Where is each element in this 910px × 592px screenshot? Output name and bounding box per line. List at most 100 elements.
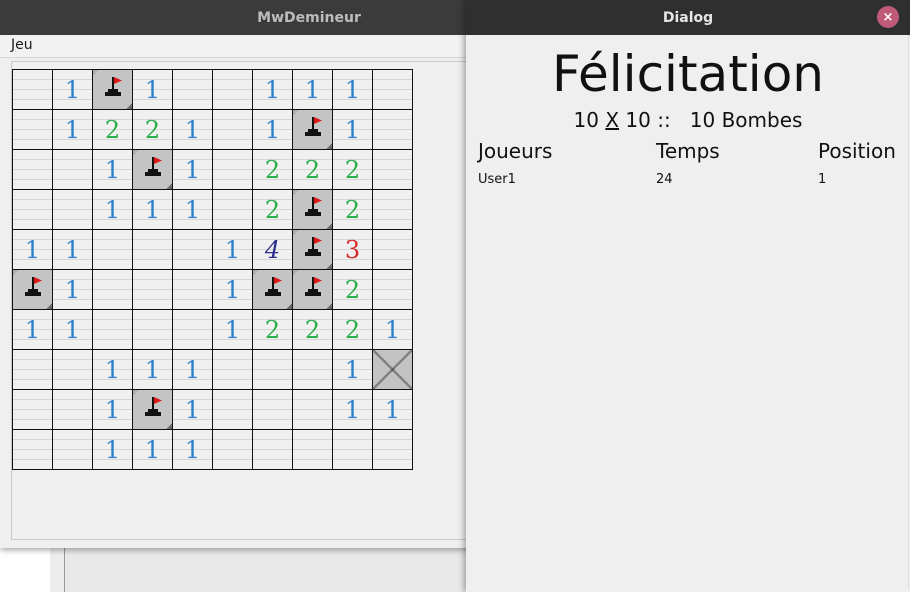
empty-cell[interactable] <box>373 110 413 150</box>
flagged-cell[interactable] <box>293 230 333 270</box>
empty-cell[interactable] <box>93 230 133 270</box>
number-cell[interactable]: 2 <box>93 110 133 150</box>
number-cell[interactable]: 2 <box>333 310 373 350</box>
number-cell[interactable]: 1 <box>213 270 253 310</box>
flagged-cell[interactable] <box>93 70 133 110</box>
number-cell[interactable]: 1 <box>13 230 53 270</box>
number-cell[interactable]: 1 <box>333 350 373 390</box>
flagged-cell[interactable] <box>13 270 53 310</box>
number-cell[interactable]: 1 <box>133 430 173 470</box>
empty-cell[interactable] <box>53 150 93 190</box>
empty-cell[interactable] <box>13 150 53 190</box>
number-cell[interactable]: 1 <box>213 230 253 270</box>
close-icon[interactable]: × <box>877 6 899 28</box>
number-cell[interactable]: 1 <box>93 350 133 390</box>
number-cell[interactable]: 1 <box>173 430 213 470</box>
number-cell[interactable]: 1 <box>213 310 253 350</box>
empty-cell[interactable] <box>253 350 293 390</box>
empty-cell[interactable] <box>173 230 213 270</box>
empty-cell[interactable] <box>53 430 93 470</box>
empty-cell[interactable] <box>93 270 133 310</box>
number-cell[interactable]: 1 <box>173 150 213 190</box>
number-cell[interactable]: 1 <box>93 390 133 430</box>
number-cell[interactable]: 2 <box>333 270 373 310</box>
number-cell[interactable]: 1 <box>293 70 333 110</box>
empty-cell[interactable] <box>373 270 413 310</box>
number-cell[interactable]: 1 <box>333 110 373 150</box>
number-cell[interactable]: 1 <box>53 110 93 150</box>
number-cell[interactable]: 2 <box>333 190 373 230</box>
number-cell[interactable]: 1 <box>13 310 53 350</box>
empty-cell[interactable] <box>293 350 333 390</box>
flagged-cell[interactable] <box>293 270 333 310</box>
empty-cell[interactable] <box>13 390 53 430</box>
empty-cell[interactable] <box>333 430 373 470</box>
number-cell[interactable]: 2 <box>333 150 373 190</box>
number-cell[interactable]: 1 <box>133 190 173 230</box>
number-cell[interactable]: 1 <box>253 110 293 150</box>
empty-cell[interactable] <box>13 70 53 110</box>
empty-cell[interactable] <box>213 150 253 190</box>
flagged-cell[interactable] <box>293 190 333 230</box>
number-cell[interactable]: 1 <box>93 190 133 230</box>
number-cell[interactable]: 1 <box>333 70 373 110</box>
number-cell[interactable]: 1 <box>53 270 93 310</box>
empty-cell[interactable] <box>253 390 293 430</box>
empty-cell[interactable] <box>173 270 213 310</box>
number-cell[interactable]: 1 <box>373 390 413 430</box>
empty-cell[interactable] <box>13 350 53 390</box>
empty-cell[interactable] <box>53 350 93 390</box>
number-cell[interactable]: 1 <box>173 390 213 430</box>
number-cell[interactable]: 2 <box>253 190 293 230</box>
empty-cell[interactable] <box>13 190 53 230</box>
number-cell[interactable]: 1 <box>133 350 173 390</box>
number-cell[interactable]: 2 <box>253 150 293 190</box>
number-cell[interactable]: 1 <box>93 150 133 190</box>
empty-cell[interactable] <box>133 270 173 310</box>
empty-cell[interactable] <box>173 70 213 110</box>
empty-cell[interactable] <box>213 430 253 470</box>
number-cell[interactable]: 1 <box>93 430 133 470</box>
empty-cell[interactable] <box>373 150 413 190</box>
empty-cell[interactable] <box>13 430 53 470</box>
empty-cell[interactable] <box>213 110 253 150</box>
number-cell[interactable]: 1 <box>173 350 213 390</box>
empty-cell[interactable] <box>93 310 133 350</box>
number-cell[interactable]: 1 <box>373 310 413 350</box>
number-cell[interactable]: 4 <box>253 230 293 270</box>
menu-jeu[interactable]: Jeu <box>11 37 33 53</box>
empty-cell[interactable] <box>173 310 213 350</box>
number-cell[interactable]: 1 <box>173 190 213 230</box>
number-cell[interactable]: 2 <box>133 110 173 150</box>
empty-cell[interactable] <box>253 430 293 470</box>
empty-cell[interactable] <box>373 230 413 270</box>
empty-cell[interactable] <box>213 350 253 390</box>
number-cell[interactable]: 1 <box>53 230 93 270</box>
number-cell[interactable]: 3 <box>333 230 373 270</box>
empty-cell[interactable] <box>53 390 93 430</box>
number-cell[interactable]: 1 <box>53 70 93 110</box>
empty-cell[interactable] <box>373 430 413 470</box>
number-cell[interactable]: 2 <box>293 310 333 350</box>
empty-cell[interactable] <box>213 70 253 110</box>
empty-cell[interactable] <box>213 390 253 430</box>
flagged-cell[interactable] <box>133 150 173 190</box>
empty-cell[interactable] <box>293 430 333 470</box>
empty-cell[interactable] <box>293 390 333 430</box>
flagged-cell[interactable] <box>253 270 293 310</box>
flagged-cell[interactable] <box>133 390 173 430</box>
number-cell[interactable]: 1 <box>133 70 173 110</box>
number-cell[interactable]: 1 <box>253 70 293 110</box>
number-cell[interactable]: 1 <box>53 310 93 350</box>
number-cell[interactable]: 2 <box>293 150 333 190</box>
empty-cell[interactable] <box>373 70 413 110</box>
empty-cell[interactable] <box>53 190 93 230</box>
flagged-cell[interactable] <box>293 110 333 150</box>
empty-cell[interactable] <box>133 230 173 270</box>
empty-cell[interactable] <box>213 190 253 230</box>
number-cell[interactable]: 2 <box>253 310 293 350</box>
dialog-titlebar[interactable]: Dialog × <box>466 0 910 35</box>
number-cell[interactable]: 1 <box>173 110 213 150</box>
unrevealed-cell[interactable] <box>373 350 413 390</box>
empty-cell[interactable] <box>373 190 413 230</box>
